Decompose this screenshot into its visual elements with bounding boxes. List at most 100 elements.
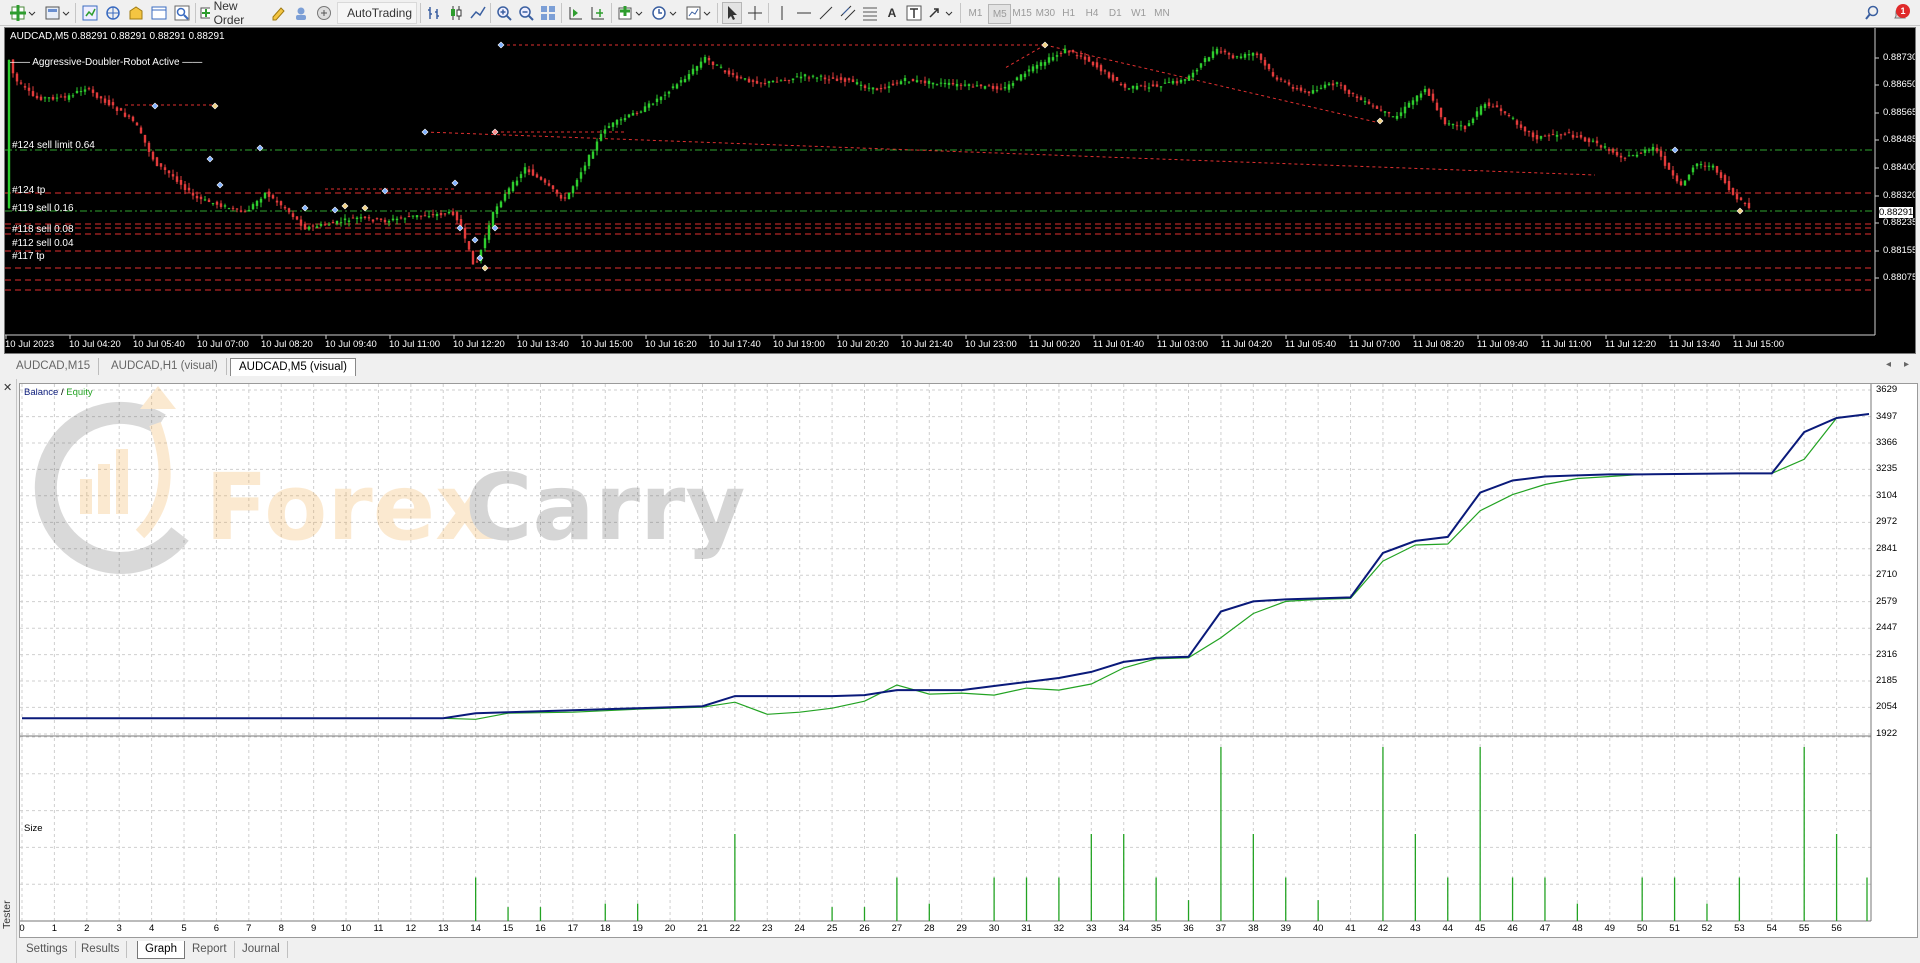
candlestick-chart[interactable] <box>5 28 1916 354</box>
time-axis-label: 10 Jul 12:20 <box>453 339 505 350</box>
timeframe-w1[interactable]: W1 <box>1128 4 1149 22</box>
x-axis-label: 54 <box>1766 923 1778 934</box>
zoom-in-icon[interactable] <box>494 2 514 24</box>
balance-equity-chart <box>20 384 1872 922</box>
x-axis-label: 35 <box>1150 923 1162 934</box>
x-axis-label: 2 <box>84 923 90 934</box>
time-axis-label: 10 Jul 05:40 <box>133 339 185 350</box>
timeframe-h1[interactable]: H1 <box>1058 4 1079 22</box>
equity-line <box>22 413 1870 720</box>
tab-journal[interactable]: Journal <box>235 941 288 958</box>
text-label-icon[interactable] <box>904 2 924 24</box>
profiles-icon[interactable] <box>42 2 72 24</box>
x-axis-label: 38 <box>1248 923 1259 934</box>
trendline-icon[interactable] <box>816 2 836 24</box>
tab-audcad-m15[interactable]: AUDCAD,M15 <box>8 358 100 375</box>
time-axis-label: 10 Jul 16:20 <box>645 339 697 350</box>
x-axis-label: 21 <box>697 923 708 934</box>
tester-sidebar: ✕ Tester <box>0 379 17 963</box>
x-axis-label: 36 <box>1183 923 1194 934</box>
market-watch-icon[interactable] <box>80 2 100 24</box>
new-chart-icon[interactable] <box>8 2 38 24</box>
tab-graph[interactable]: Graph <box>137 941 185 959</box>
tab-report[interactable]: Report <box>185 941 235 958</box>
text-icon[interactable]: A <box>882 2 902 24</box>
time-axis-label: 10 Jul 13:40 <box>517 339 569 350</box>
x-axis-label: 48 <box>1572 923 1583 934</box>
x-axis-label: 37 <box>1215 923 1227 934</box>
time-axis-label: 10 Jul 2023 <box>5 339 55 350</box>
templates-icon[interactable] <box>684 2 714 24</box>
market-icon[interactable] <box>314 2 334 24</box>
x-axis-label: 40 <box>1312 923 1324 934</box>
x-axis-label: 55 <box>1798 923 1810 934</box>
tile-windows-icon[interactable] <box>538 2 558 24</box>
line-chart-icon[interactable] <box>468 2 488 24</box>
tab-scroll-right-icon[interactable]: ▸ <box>1904 359 1909 370</box>
timeframe-mn[interactable]: MN <box>1151 4 1172 22</box>
tab-audcad-h1-visual[interactable]: AUDCAD,H1 (visual) <box>103 358 227 375</box>
order-label: #118 sell 0.08 <box>12 224 74 235</box>
tab-audcad-m5-visual[interactable]: AUDCAD,M5 (visual) <box>230 358 356 376</box>
order-label: #119 sell 0.16 <box>12 203 74 214</box>
fibonacci-icon[interactable] <box>860 2 880 24</box>
indicators-icon[interactable] <box>616 2 646 24</box>
autotrading-button[interactable]: AutoTrading <box>337 2 417 24</box>
autoscroll-icon[interactable] <box>566 2 586 24</box>
zoom-out-icon[interactable] <box>516 2 536 24</box>
x-axis-label: 51 <box>1669 923 1680 934</box>
y-axis-label: 3497 <box>1876 410 1898 422</box>
tester-graph[interactable]: Forex Carry Balance / Equity Size 3629 34… <box>19 383 1918 938</box>
x-axis-label: 29 <box>956 923 967 934</box>
chart-shift-icon[interactable] <box>588 2 608 24</box>
chart-title: AUDCAD,M5 0.88291 0.88291 0.88291 0.8829… <box>10 31 225 42</box>
tab-settings[interactable]: Settings <box>19 941 76 958</box>
time-axis-label: 10 Jul 23:00 <box>965 339 1017 350</box>
time-axis-label: 10 Jul 19:00 <box>773 339 825 350</box>
candles <box>7 45 1751 265</box>
horizontal-line-icon[interactable] <box>794 2 814 24</box>
timeframe-h4[interactable]: H4 <box>1082 4 1103 22</box>
x-axis-label: 5 <box>181 923 187 934</box>
navigator-icon[interactable] <box>103 2 123 24</box>
price-axis-label: 0.88650 <box>1883 79 1916 90</box>
x-axis-label: 8 <box>278 923 284 934</box>
bar-chart-icon[interactable] <box>424 2 444 24</box>
tab-scroll-left-icon[interactable]: ◂ <box>1886 359 1891 370</box>
y-axis-label: 3366 <box>1876 437 1898 448</box>
price-chart[interactable]: AUDCAD,M5 0.88291 0.88291 0.88291 0.8829… <box>4 27 1916 354</box>
terminal-icon[interactable] <box>149 2 169 24</box>
price-axis-label: 0.88075 <box>1883 272 1916 283</box>
x-axis-label: 3 <box>116 923 122 934</box>
arrows-icon[interactable] <box>926 2 956 24</box>
search-icon[interactable] <box>1862 2 1882 24</box>
vertical-line-icon[interactable] <box>772 2 792 24</box>
crosshair-icon[interactable] <box>745 2 765 24</box>
x-axis-label: 19 <box>632 923 643 934</box>
y-axis-label: 2054 <box>1876 701 1898 713</box>
strategy-tester-icon[interactable] <box>172 2 192 24</box>
timeframe-m1[interactable]: M1 <box>965 4 986 22</box>
close-icon[interactable]: ✕ <box>3 381 12 394</box>
timeframe-d1[interactable]: D1 <box>1105 4 1126 22</box>
time-axis-label: 10 Jul 04:20 <box>69 339 121 350</box>
time-axis-label: 11 Jul 11:00 <box>1541 339 1592 350</box>
timeframe-m15[interactable]: M15 <box>1012 4 1033 22</box>
time-axis-label: 10 Jul 11:00 <box>389 339 441 350</box>
metaeditor-icon[interactable] <box>268 2 288 24</box>
cursor-icon[interactable] <box>722 2 742 24</box>
signals-icon[interactable] <box>291 2 311 24</box>
data-window-icon[interactable] <box>126 2 146 24</box>
x-axis-label: 10 <box>340 923 352 934</box>
new-order-button[interactable]: New Order <box>196 0 264 27</box>
time-axis-label: 11 Jul 12:20 <box>1605 339 1657 350</box>
candlestick-icon[interactable] <box>446 2 466 24</box>
timeframe-m5[interactable]: M5 <box>988 4 1012 24</box>
timeframe-m30[interactable]: M30 <box>1035 4 1056 22</box>
tab-results[interactable]: Results <box>74 941 128 958</box>
main-toolbar: New Order AutoTrading A 1 M1 M5 M15 M30 … <box>0 0 1920 27</box>
y-axis-label: 2841 <box>1876 542 1898 554</box>
periods-icon[interactable] <box>650 2 680 24</box>
equidistant-channel-icon[interactable] <box>838 2 858 24</box>
x-axis-label: 4 <box>148 923 155 934</box>
